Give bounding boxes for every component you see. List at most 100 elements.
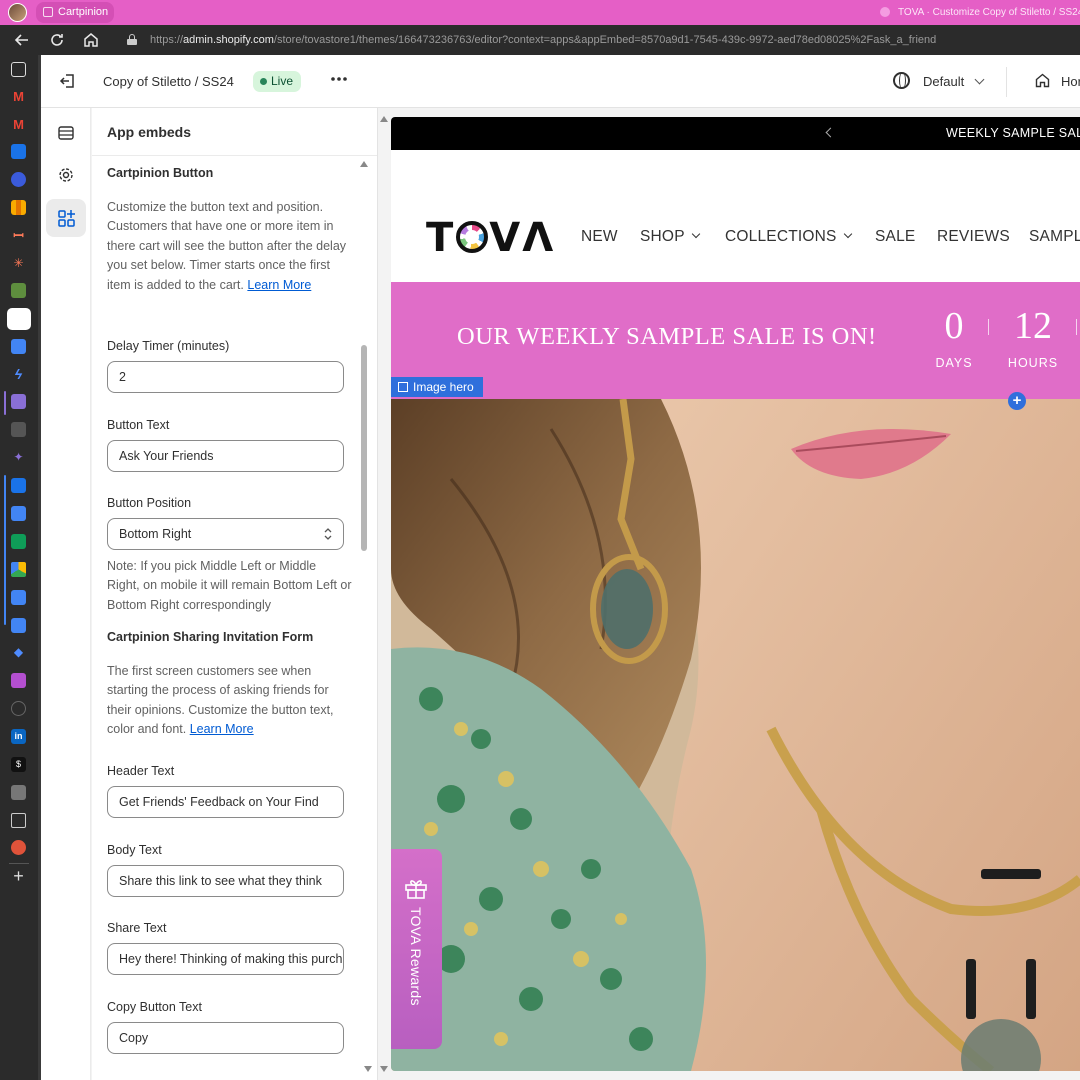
panel-scroll-down-icon[interactable]	[364, 1066, 372, 1072]
docs-icon[interactable]	[11, 339, 26, 354]
rewards-launcher[interactable]: TOVA Rewards	[391, 849, 442, 1049]
nav-collections[interactable]: COLLECTIONS	[725, 228, 852, 246]
sheets-icon[interactable]	[11, 534, 26, 549]
learn-more-link[interactable]: Learn More	[247, 278, 311, 292]
url-path: /store/tovastore1/themes/166473236763/ed…	[273, 34, 937, 46]
image-app-icon[interactable]	[11, 785, 26, 800]
button-text-input[interactable]: Ask Your Friends	[107, 440, 344, 472]
nav-sale[interactable]: SALE	[875, 228, 915, 246]
page-selector[interactable]: Hor	[1061, 55, 1080, 108]
sections-icon[interactable]	[46, 114, 86, 152]
docs-icon-2[interactable]	[11, 506, 26, 521]
share-text-label: Share Text	[107, 921, 167, 935]
gmail-icon[interactable]: M	[11, 89, 26, 104]
browser-tab-cartpinion[interactable]: Cartpinion	[36, 2, 114, 23]
linkedin-icon[interactable]: in	[11, 729, 26, 744]
exit-icon[interactable]	[58, 71, 78, 91]
chevron-down-icon[interactable]	[974, 74, 985, 85]
hero-photo	[391, 399, 1080, 1071]
section-title-cartpinion-button: Cartpinion Button	[107, 166, 214, 180]
back-arrow-icon[interactable]	[12, 30, 32, 50]
theme-name: Copy of Stiletto / SS24	[103, 74, 234, 89]
docs-icon-4[interactable]	[11, 618, 26, 633]
app-icon-red[interactable]	[11, 840, 26, 855]
add-section-icon[interactable]: +	[1008, 392, 1026, 410]
storefront-preview[interactable]: WEEKLY SAMPLE SALE T VΛ NEW SHOP COLLECTI…	[391, 117, 1080, 1071]
window-title-text: TOVA · Customize Copy of Stiletto / SS24…	[898, 7, 1080, 18]
share-text-input[interactable]: Hey there! Thinking of making this purch…	[107, 943, 344, 975]
button-position-select[interactable]: Bottom Right	[107, 518, 344, 550]
reload-icon[interactable]	[47, 30, 67, 50]
countdown-separator	[988, 319, 989, 335]
button-position-label: Button Position	[107, 496, 192, 510]
home-page-icon[interactable]	[1035, 73, 1050, 88]
url-field[interactable]: https://admin.shopify.com/store/tovastor…	[150, 25, 936, 55]
announcement-text[interactable]: WEEKLY SAMPLE SALE	[946, 117, 1080, 150]
app-icon-blue[interactable]	[11, 478, 26, 493]
profile-avatar[interactable]	[8, 3, 27, 22]
locale-selector[interactable]: Default	[923, 55, 964, 108]
button-text-label: Button Text	[107, 418, 170, 432]
dollar-app-icon[interactable]: $	[11, 757, 26, 772]
logo-o-icon	[456, 221, 489, 253]
preview-scroll-up-icon[interactable]	[380, 116, 388, 122]
body-text-input[interactable]: Share this link to see what they think	[107, 865, 344, 897]
hubspot-icon[interactable]: ꟷ	[11, 228, 26, 243]
section-tag-image-hero[interactable]: Image hero	[391, 377, 483, 397]
hubspot-icon-2[interactable]: ✳	[11, 256, 26, 271]
body-text-label: Body Text	[107, 843, 162, 857]
store-logo[interactable]: T VΛ	[426, 218, 555, 258]
image-hero[interactable]	[391, 399, 1080, 1071]
delay-timer-input[interactable]: 2	[107, 361, 344, 393]
countdown-days-value: 0	[944, 305, 964, 347]
scroll-up-arrow-icon[interactable]	[360, 161, 368, 167]
shopify-favicon-icon	[880, 7, 890, 18]
url-host: admin.shopify.com	[183, 34, 274, 46]
tabs-panel-icon[interactable]	[11, 62, 26, 77]
drive-icon[interactable]	[11, 562, 26, 577]
copy-button-text-input[interactable]: Copy	[107, 1022, 344, 1054]
panel-scrollbar[interactable]	[361, 345, 367, 551]
preview-scroll-down-icon[interactable]	[380, 1066, 388, 1072]
sidebar-group-indicator	[4, 391, 6, 415]
home-icon[interactable]	[81, 30, 101, 50]
chevron-left-icon[interactable]	[825, 127, 836, 138]
file-icon[interactable]	[11, 813, 26, 828]
section-tag-label: Image hero	[413, 380, 474, 394]
nav-shop-label: SHOP	[640, 228, 685, 245]
settings-gear-icon[interactable]	[46, 156, 86, 194]
countdown-hours-value: 12	[1014, 305, 1052, 347]
calendar-icon[interactable]	[11, 144, 26, 159]
add-icon[interactable]: +	[11, 867, 26, 885]
header-text-input[interactable]: Get Friends' Feedback on Your Find	[107, 786, 344, 818]
nav-sample[interactable]: SAMPL	[1029, 228, 1080, 246]
chevron-down-icon	[843, 229, 852, 239]
more-actions-icon[interactable]	[329, 69, 349, 89]
lock-icon[interactable]	[127, 34, 137, 45]
diamond-icon[interactable]: ◆	[11, 645, 26, 660]
app-icon-circle[interactable]	[11, 172, 26, 187]
shopify-active-icon[interactable]	[7, 308, 31, 330]
button-position-value: Bottom Right	[119, 527, 192, 541]
docs-icon-3[interactable]	[11, 590, 26, 605]
folder-icon[interactable]	[11, 673, 26, 688]
tab-favicon-icon	[43, 7, 53, 17]
globe-icon[interactable]	[893, 72, 910, 89]
gmail-icon-2[interactable]: M	[11, 117, 26, 132]
nav-shop[interactable]: SHOP	[640, 228, 700, 246]
sidebar-group-indicator-2	[4, 475, 6, 625]
app-icon-purple[interactable]	[11, 394, 26, 409]
app-embeds-icon[interactable]	[46, 199, 86, 237]
app-icon-grey[interactable]	[11, 422, 26, 437]
analytics-icon[interactable]	[11, 200, 26, 215]
learn-more-link-2[interactable]: Learn More	[190, 722, 254, 736]
app-icon-z[interactable]: ϟ	[11, 367, 26, 382]
countdown-separator-2	[1076, 319, 1077, 335]
circle-app-icon[interactable]	[11, 701, 26, 716]
sparkle-icon[interactable]: ✦	[11, 450, 26, 465]
nav-reviews[interactable]: REVIEWS	[937, 228, 1010, 246]
shopify-icon[interactable]	[11, 283, 26, 298]
promo-title: OUR WEEKLY SAMPLE SALE IS ON!	[457, 323, 877, 350]
nav-new[interactable]: NEW	[581, 228, 618, 246]
select-arrows-icon	[324, 528, 332, 540]
